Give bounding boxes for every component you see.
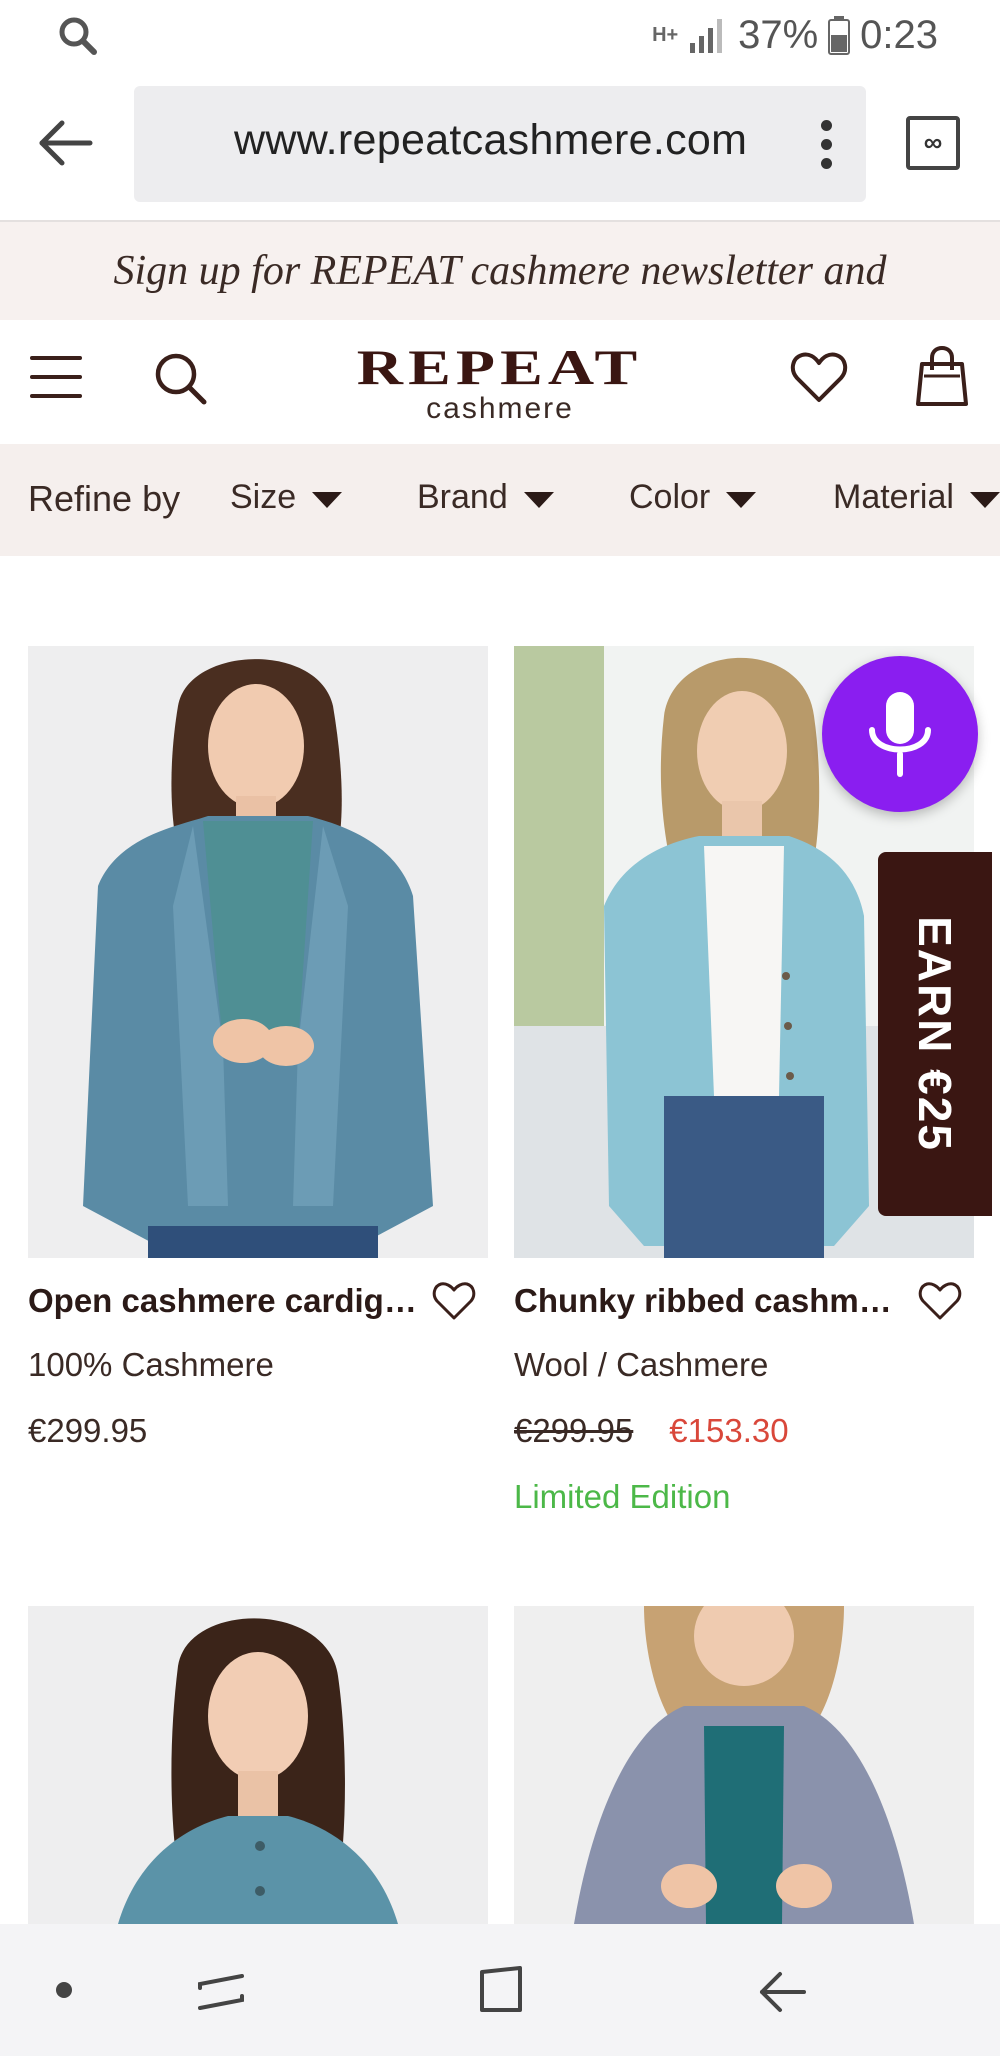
more-menu-icon[interactable] xyxy=(816,120,836,170)
assistant-dot-icon[interactable] xyxy=(54,1980,74,2000)
earn-reward-label: EARN €25 xyxy=(909,916,961,1152)
filter-size-label: Size xyxy=(230,478,297,516)
product-image[interactable] xyxy=(28,1606,488,1924)
limited-edition-badge: Limited Edition xyxy=(514,1478,731,1515)
shopping-bag-icon[interactable] xyxy=(914,346,970,406)
product-name[interactable]: Chunky ribbed cashmer... xyxy=(514,1282,904,1320)
status-bar: H+ 37% 0:23 xyxy=(0,0,1000,70)
browser-toolbar: www.repeatcashmere.com ∞ xyxy=(0,70,1000,222)
earn-reward-tab[interactable]: EARN €25 xyxy=(878,852,992,1216)
product-sale-price: €153.30 xyxy=(669,1412,789,1449)
heart-icon[interactable] xyxy=(790,350,848,406)
home-icon[interactable] xyxy=(476,1966,526,2016)
system-nav-bar xyxy=(0,1924,1000,2056)
product-original-price: €299.95 xyxy=(514,1412,634,1449)
site-header: REPEAT cashmere xyxy=(0,320,1000,444)
battery-icon xyxy=(828,16,851,55)
filter-brand-label: Brand xyxy=(417,478,508,516)
refine-bar: Refine by Size Brand Color Material xyxy=(0,444,1000,556)
refine-label: Refine by xyxy=(28,478,181,519)
filter-material[interactable]: Material xyxy=(833,478,1000,517)
product-image[interactable] xyxy=(514,1606,974,1924)
newsletter-banner-text: Sign up for REPEAT cashmere newsletter a… xyxy=(113,248,887,294)
clock: 0:23 xyxy=(860,12,938,57)
network-type: H+ xyxy=(652,24,679,46)
product-material: 100% Cashmere xyxy=(28,1346,274,1383)
newsletter-banner[interactable]: Sign up for REPEAT cashmere newsletter a… xyxy=(0,222,1000,320)
search-icon[interactable] xyxy=(152,350,208,406)
filter-brand[interactable]: Brand xyxy=(417,478,554,517)
site-logo[interactable]: REPEAT cashmere xyxy=(310,342,690,426)
heart-icon[interactable] xyxy=(918,1280,962,1322)
address-bar[interactable]: www.repeatcashmere.com xyxy=(134,86,866,202)
back-arrow-icon[interactable] xyxy=(36,118,96,168)
recent-apps-icon[interactable] xyxy=(196,1966,248,2018)
filter-color-label: Color xyxy=(629,478,711,516)
logo-wordmark: REPEAT xyxy=(357,339,643,395)
tabs-button[interactable]: ∞ xyxy=(906,116,960,170)
product-price: €299.95 xyxy=(28,1412,148,1449)
caret-down-icon xyxy=(312,491,343,508)
caret-down-icon xyxy=(726,491,757,508)
microphone-icon xyxy=(869,692,931,777)
back-icon[interactable] xyxy=(756,1966,808,2018)
caret-down-icon xyxy=(523,491,554,508)
voice-search-button[interactable] xyxy=(822,656,978,812)
heart-icon[interactable] xyxy=(432,1280,476,1322)
search-icon xyxy=(59,17,97,55)
product-name[interactable]: Open cashmere cardiga... xyxy=(28,1282,418,1320)
product-material: Wool / Cashmere xyxy=(514,1346,769,1383)
filter-size[interactable]: Size xyxy=(230,478,343,517)
menu-icon[interactable] xyxy=(30,356,82,400)
signal-icon xyxy=(690,19,723,53)
battery-percent: 37% xyxy=(738,12,819,57)
caret-down-icon xyxy=(969,491,1000,508)
product-image[interactable] xyxy=(28,646,488,1258)
filter-color[interactable]: Color xyxy=(629,478,757,517)
url-text[interactable]: www.repeatcashmere.com xyxy=(234,116,747,165)
filter-material-label: Material xyxy=(833,478,954,516)
logo-subtitle: cashmere xyxy=(426,392,574,425)
product-card[interactable]: Open cashmere cardiga... 100% Cashmere €… xyxy=(28,646,488,1450)
